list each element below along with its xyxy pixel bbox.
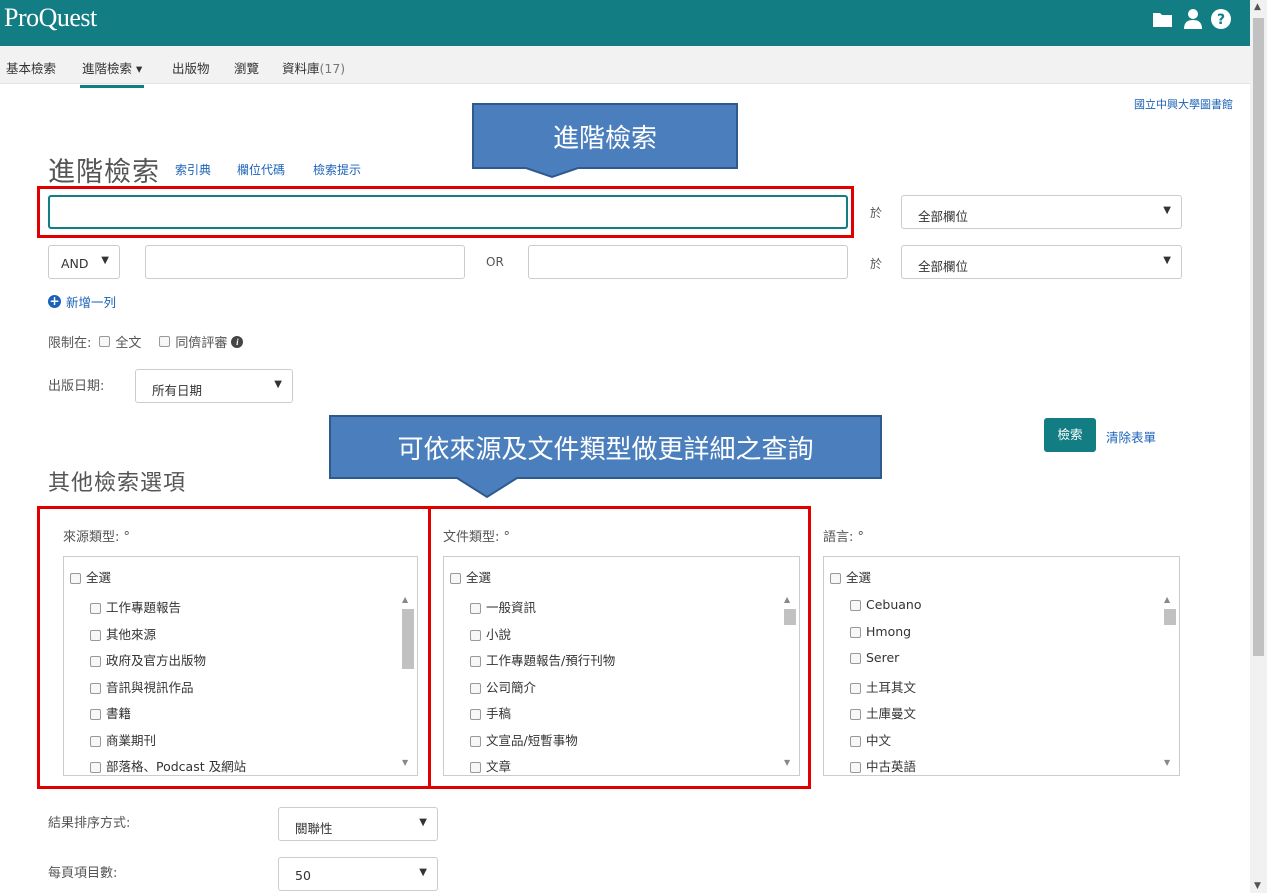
scroll-down-icon[interactable]: ▼ (1164, 758, 1170, 767)
nav-basic-search[interactable]: 基本檢索 (6, 58, 56, 77)
field-select-row1[interactable]: 全部欄位 ▼ (901, 195, 1182, 229)
full-text-label: 全文 (115, 336, 142, 351)
nav-advanced-search[interactable]: 進階檢索 ▾ (79, 58, 145, 88)
highlight-box-search (37, 186, 854, 238)
nav-publications[interactable]: 出版物 (172, 58, 210, 77)
thesaurus-link[interactable]: 索引典 (175, 161, 211, 178)
svg-text:?: ? (1217, 12, 1225, 28)
checkbox[interactable] (850, 600, 861, 611)
nav-databases-label: 資料庫 (282, 61, 320, 76)
list-item[interactable]: 中文 (850, 730, 922, 757)
search-button[interactable]: 檢索 (1044, 418, 1096, 452)
field-select-row2[interactable]: 全部欄位 ▼ (901, 245, 1182, 279)
highlight-box-doc-type (428, 506, 811, 789)
list-item-label: Cebuano (866, 597, 922, 612)
sort-value: 關聯性 (295, 821, 333, 836)
language-select-all[interactable]: 全選 (830, 567, 871, 586)
chevron-down-icon: ▼ (101, 255, 109, 266)
language-scrollbar[interactable]: ▲ ▼ (1162, 595, 1176, 767)
search-tips-link[interactable]: 檢索提示 (313, 161, 361, 178)
checkbox[interactable] (850, 626, 861, 638)
language-label: 語言: ° (823, 530, 865, 545)
field-select-row1-value: 全部欄位 (918, 209, 969, 224)
select-all-label: 全選 (846, 570, 872, 585)
peer-reviewed-label: 同儕評審 (175, 336, 228, 351)
help-icon[interactable]: ? (1208, 6, 1234, 32)
scroll-up-icon[interactable]: ▲ (1164, 595, 1170, 604)
sort-label: 結果排序方式: (48, 816, 131, 831)
proquest-logo[interactable]: ProQuest (4, 3, 97, 33)
pub-date-select[interactable]: 所有日期 ▼ (135, 369, 293, 403)
other-options-title: 其他檢索選項 (48, 470, 187, 495)
per-page-label: 每頁項目數: (48, 866, 118, 881)
chevron-down-icon: ▼ (419, 867, 427, 878)
language-listbox[interactable]: 全選 Cebuano Hmong Serer 土耳其文 土庫曼文 中文 中古英語… (823, 556, 1180, 776)
checkbox[interactable] (850, 709, 861, 720)
add-row-link[interactable]: + 新增一列 (48, 292, 116, 311)
highlight-box-source-type (37, 506, 431, 789)
page-title: 進階檢索 (48, 157, 160, 187)
list-item-label: 中文 (866, 732, 892, 748)
list-item[interactable]: 土庫曼文 (850, 703, 922, 730)
checkbox[interactable] (850, 653, 861, 664)
top-bar: ProQuest ? (0, 0, 1250, 46)
or-label: OR (486, 255, 504, 269)
plus-circle-icon: + (48, 294, 61, 308)
nav-bar: 基本檢索 進階檢索 ▾ 出版物 瀏覽 資料庫(17) (0, 46, 1250, 88)
page-scroll-thumb[interactable] (1253, 18, 1264, 656)
list-item-label: Serer (866, 650, 900, 665)
chevron-down-icon: ▼ (1163, 255, 1171, 266)
per-page-value: 50 (295, 868, 311, 883)
operator-select-value: AND (61, 256, 89, 271)
page-scrollbar[interactable]: ▲ ▼ (1250, 0, 1267, 893)
scroll-down-icon[interactable]: ▼ (1254, 881, 1261, 891)
list-item-label: 土耳其文 (866, 679, 917, 695)
list-item-label: 土庫曼文 (866, 706, 917, 721)
user-icon[interactable] (1180, 6, 1206, 32)
library-name-link[interactable]: 國立中興大學圖書館 (1134, 96, 1233, 112)
operator-select[interactable]: AND ▼ (48, 245, 120, 279)
chevron-down-icon: ▼ (1163, 205, 1171, 216)
list-item[interactable]: 中古英語 (850, 756, 922, 783)
full-text-checkbox[interactable] (99, 336, 111, 347)
list-item[interactable]: Serer (850, 650, 922, 677)
folder-icon[interactable] (1150, 6, 1176, 32)
in-label-row2: 於 (870, 257, 883, 271)
list-item[interactable]: Hmong (850, 624, 922, 651)
chevron-down-icon: ▼ (274, 379, 282, 390)
nav-databases-count: (17) (319, 61, 346, 76)
checkbox[interactable] (850, 762, 861, 773)
in-label-row1: 於 (870, 206, 883, 220)
limit-row: 限制在: 全文 同儕評審 i (48, 332, 244, 351)
info-icon[interactable]: i (231, 335, 244, 348)
list-item-label: Hmong (866, 623, 912, 639)
peer-reviewed-checkbox[interactable] (159, 336, 171, 347)
chevron-down-icon: ▼ (419, 817, 427, 828)
pub-date-value: 所有日期 (152, 383, 203, 398)
pub-date-label: 出版日期: (48, 379, 105, 394)
field-select-row2-value: 全部欄位 (918, 259, 969, 274)
language-items: Cebuano Hmong Serer 土耳其文 土庫曼文 中文 中古英語 (850, 597, 922, 783)
scroll-up-icon[interactable]: ▲ (1254, 2, 1261, 12)
callout-advanced-search-text: 進階檢索 (552, 124, 657, 154)
limit-label: 限制在: (48, 336, 92, 351)
add-row-label: 新增一列 (66, 295, 117, 310)
per-page-select[interactable]: 50 ▼ (278, 857, 438, 891)
clear-form-link[interactable]: 清除表單 (1106, 427, 1156, 446)
sort-select[interactable]: 關聯性 ▼ (278, 807, 438, 841)
search-input-row2a[interactable] (145, 245, 465, 279)
list-item[interactable]: Cebuano (850, 597, 922, 624)
nav-databases[interactable]: 資料庫(17) (282, 58, 345, 77)
checkbox[interactable] (850, 735, 861, 747)
list-item-label: 中古英語 (866, 759, 917, 774)
checkbox[interactable] (850, 682, 861, 694)
nav-browse[interactable]: 瀏覽 (234, 58, 259, 77)
callout-detail-search-text: 可依來源及文件類型做更詳細之查詢 (397, 435, 814, 465)
scroll-thumb[interactable] (1164, 609, 1176, 625)
checkbox[interactable] (830, 573, 841, 584)
search-input-row2b[interactable] (528, 245, 848, 279)
field-codes-link[interactable]: 欄位代碼 (237, 161, 285, 178)
list-item[interactable]: 土耳其文 (850, 677, 922, 704)
